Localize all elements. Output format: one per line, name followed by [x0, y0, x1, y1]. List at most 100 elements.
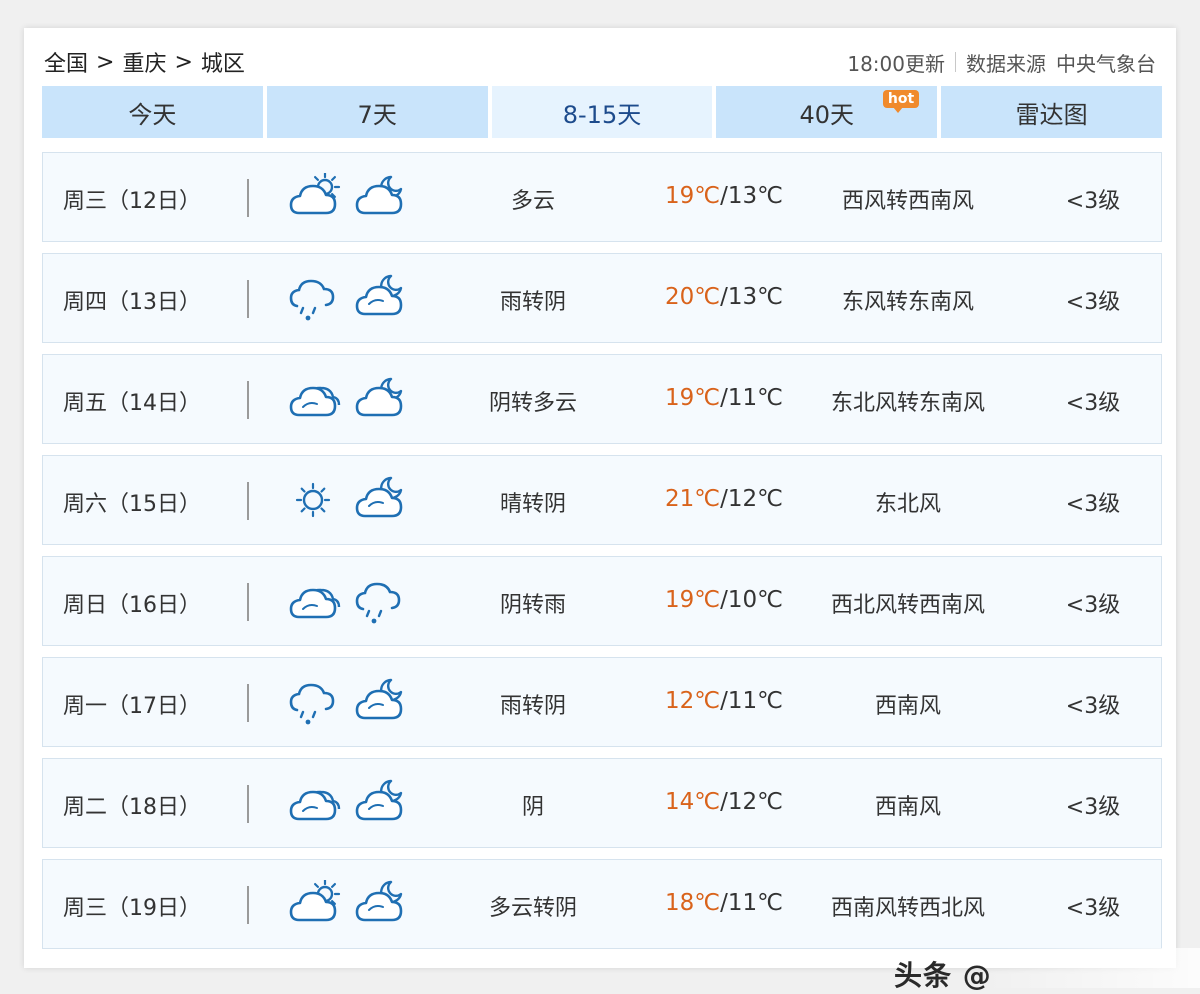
forecast-card: 全国 > 重庆 > 城区 18:00更新 数据来源 中央气象台 今天 7天 8-…	[24, 28, 1200, 992]
hot-badge: hot	[882, 90, 920, 113]
overcast-night-icon	[355, 274, 407, 322]
overcast-icon	[289, 779, 341, 827]
tab-40-days[interactable]: 40天 hot	[716, 86, 938, 138]
partly-cloudy-night-icon	[355, 173, 407, 221]
wind-level: <3级	[1065, 492, 1121, 517]
temp-separator: /	[720, 385, 728, 411]
row-divider	[247, 280, 249, 318]
row-divider	[247, 381, 249, 419]
day-date: 周三（19日）	[63, 896, 201, 921]
day-date: 周日（16日）	[63, 593, 201, 618]
day-row: 周六（15日） 晴转阴 21℃/12℃ 东北风 <3级	[42, 455, 1162, 545]
watermark-fade	[984, 948, 1200, 988]
wind-direction: 东北风	[874, 492, 941, 517]
temp-low: 13℃	[727, 183, 783, 209]
temp-low: 10℃	[727, 587, 783, 613]
temperature: 14℃/12℃	[665, 789, 783, 815]
weather-icons	[289, 878, 407, 928]
rain-icon	[355, 577, 407, 625]
tab-label: 8-15天	[562, 100, 642, 129]
temp-separator: /	[720, 284, 728, 310]
temp-high: 19℃	[665, 385, 721, 411]
weather-icons	[289, 678, 407, 726]
tab-radar[interactable]: 雷达图	[941, 86, 1162, 138]
row-divider	[247, 684, 249, 722]
day-row: 周日（16日） 阴转雨 19℃/10℃ 西北风转西南风 <3级	[42, 556, 1162, 646]
temp-low: 12℃	[727, 789, 783, 815]
breadcrumb-item-district: 城区	[200, 52, 245, 77]
weather-description: 多云	[510, 189, 555, 214]
weather-description: 阴转多云	[488, 391, 577, 416]
temp-separator: /	[720, 183, 728, 209]
breadcrumb-separator: >	[174, 49, 193, 75]
partly-cloudy-night-icon	[355, 375, 407, 423]
day-row: 周二（18日） 阴 14℃/12℃ 西南风 <3级	[42, 758, 1162, 848]
temp-high: 12℃	[665, 688, 721, 714]
wind-direction: 西北风转西南风	[830, 593, 985, 618]
watermark: 头条 @	[894, 959, 992, 992]
day-date: 周一（17日）	[63, 694, 201, 719]
wind-level: <3级	[1065, 795, 1121, 820]
wind-direction: 西南风	[874, 694, 941, 719]
temp-high: 19℃	[665, 587, 721, 613]
temp-low: 11℃	[727, 688, 783, 714]
row-divider	[247, 886, 249, 924]
tab-label: 雷达图	[1015, 100, 1088, 129]
tab-label: 今天	[128, 100, 177, 129]
row-divider	[247, 583, 249, 621]
day-row: 周四（13日） 雨转阴 20℃/13℃ 东风转东南风 <3级	[42, 253, 1162, 343]
wind-level: <3级	[1065, 694, 1121, 719]
temperature: 12℃/11℃	[665, 688, 783, 714]
rain-icon	[289, 678, 341, 726]
temperature: 21℃/12℃	[665, 486, 783, 512]
temp-separator: /	[720, 688, 728, 714]
meta-divider	[955, 52, 956, 72]
wind-level: <3级	[1065, 189, 1121, 214]
tab-7-days[interactable]: 7天	[266, 86, 488, 138]
day-date: 周四（13日）	[63, 290, 201, 315]
wind-level: <3级	[1065, 391, 1121, 416]
tab-today[interactable]: 今天	[42, 86, 263, 138]
tab-label: 40天	[799, 100, 855, 129]
overcast-night-icon	[355, 779, 407, 827]
overcast-icon	[289, 577, 341, 625]
temp-separator: /	[720, 486, 728, 512]
weather-icons	[289, 476, 407, 524]
weather-description: 雨转阴	[499, 290, 566, 315]
rain-icon	[289, 274, 341, 322]
forecast-tabs: 今天 7天 8-15天 40天 hot 雷达图	[42, 86, 1162, 138]
partly-cloudy-day-icon	[289, 171, 341, 221]
breadcrumb-item-country[interactable]: 全国	[44, 46, 88, 78]
weather-icons	[289, 577, 407, 625]
day-date: 周六（15日）	[63, 492, 201, 517]
breadcrumb-item-province[interactable]: 重庆	[122, 46, 166, 78]
breadcrumb: 全国 > 重庆 > 城区	[44, 46, 245, 78]
tab-8-15-days[interactable]: 8-15天	[491, 86, 713, 138]
day-row: 周三（12日） 多云 19℃/13℃ 西风转西南风 <3级	[42, 152, 1162, 242]
day-date: 周二（18日）	[63, 795, 201, 820]
day-date: 周三（12日）	[63, 189, 201, 214]
temperature: 18℃/11℃	[665, 890, 783, 916]
temperature: 19℃/10℃	[665, 587, 783, 613]
temp-low: 11℃	[727, 890, 783, 916]
day-date: 周五（14日）	[63, 391, 201, 416]
row-divider	[247, 785, 249, 823]
weather-description: 雨转阴	[499, 694, 566, 719]
weather-icons	[289, 274, 407, 322]
overcast-night-icon	[355, 678, 407, 726]
wind-direction: 西南风	[874, 795, 941, 820]
partly-cloudy-day-icon	[289, 878, 341, 928]
temp-separator: /	[720, 789, 728, 815]
temp-high: 21℃	[665, 486, 721, 512]
source-value: 中央气象台	[1056, 51, 1156, 76]
wind-direction: 东北风转东南风	[830, 391, 985, 416]
temp-high: 20℃	[665, 284, 721, 310]
row-divider	[247, 179, 249, 217]
temp-low: 11℃	[727, 385, 783, 411]
temp-separator: /	[720, 587, 728, 613]
breadcrumb-separator: >	[96, 49, 115, 75]
update-meta: 18:00更新 数据来源 中央气象台	[847, 48, 1156, 77]
wind-level: <3级	[1065, 290, 1121, 315]
overcast-night-icon	[355, 476, 407, 524]
day-row: 周一（17日） 雨转阴 12℃/11℃ 西南风 <3级	[42, 657, 1162, 747]
